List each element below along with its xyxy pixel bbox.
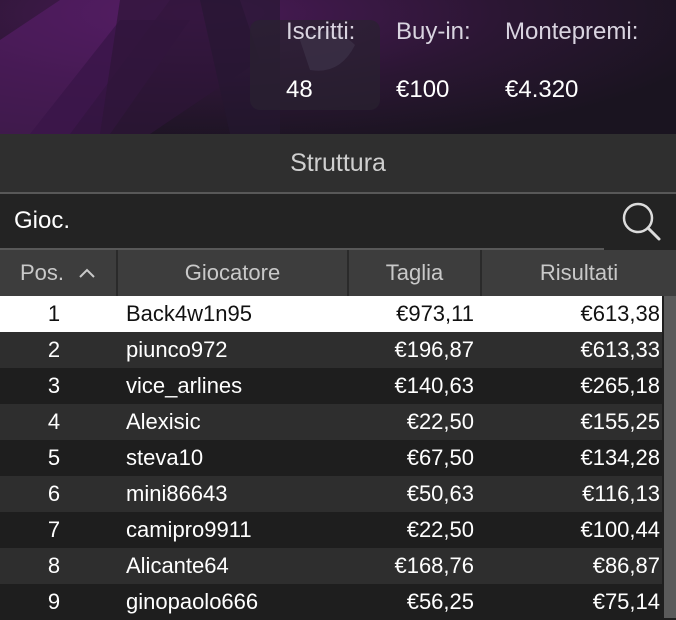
row-size: €22,50 [406,517,474,542]
table-row[interactable]: 1 Back4w1n95 €973,11 €613,38 [0,296,662,332]
table-row[interactable]: 4 Alexisic €22,50 €155,25 [0,404,662,440]
row-result: €613,38 [580,301,660,326]
row-size: €973,11 [396,301,474,326]
structure-tab-label: Struttura [290,148,386,177]
row-position: 4 [47,409,61,434]
prize-pool-label: Montepremi: [505,18,639,45]
tournament-banner: Iscritti: 48 Buy-in: €100 Montepremi: €4… [0,0,676,134]
row-result: €134,28 [580,445,660,470]
row-player: Alicante64 [126,553,229,578]
row-size: €140,63 [394,373,474,398]
row-position: 2 [47,337,61,362]
table-row[interactable]: 5 steva10 €67,50 €134,28 [0,440,662,476]
column-header-results[interactable]: Risultati [482,250,676,296]
table-row[interactable]: 3 vice_arlines €140,63 €265,18 [0,368,662,404]
row-size: €56,25 [406,589,474,614]
buyin-value: €100 [396,76,450,103]
structure-tab[interactable]: Struttura [0,134,676,194]
prize-pool-value: €4.320 [505,76,579,103]
table-row[interactable]: 7 camipro9911 €22,50 €100,44 [0,512,662,548]
table-row[interactable]: 2 piunco972 €196,87 €613,33 [0,332,662,368]
row-result: €75,14 [592,589,660,614]
row-position: 5 [47,445,61,470]
row-size: €168,76 [394,553,474,578]
column-header-player-label: Giocatore [184,260,281,285]
table-row[interactable]: 8 Alicante64 €168,76 €86,87 [0,548,662,584]
row-position: 8 [47,553,61,578]
player-search-bar [0,194,676,250]
column-header-results-label: Risultati [539,260,619,285]
registered-value: 48 [286,76,313,103]
leaderboard-table: 1 Back4w1n95 €973,11 €613,38 2 piunco972… [0,296,662,620]
row-result: €265,18 [580,373,660,398]
row-player: vice_arlines [126,373,243,398]
row-player: piunco972 [126,337,228,362]
row-size: €50,63 [406,481,474,506]
row-result: €100,44 [580,517,660,542]
row-player: Alexisic [126,409,201,434]
row-result: €116,13 [582,481,660,506]
row-player: camipro9911 [126,517,252,542]
player-search-input[interactable] [0,194,604,250]
column-header-size[interactable]: Taglia [349,250,482,296]
row-result: €613,33 [580,337,660,362]
row-player: Back4w1n95 [126,301,252,326]
row-position: 7 [47,517,61,542]
row-position: 1 [47,301,61,326]
registered-label: Iscritti: [286,18,356,45]
row-result: €155,25 [580,409,660,434]
table-row[interactable]: 6 mini86643 €50,63 €116,13 [0,476,662,512]
table-row[interactable]: 9 ginopaolo666 €56,25 €75,14 [0,584,662,620]
row-size: €67,50 [406,445,474,470]
row-position: 6 [47,481,61,506]
row-player: ginopaolo666 [126,589,259,614]
column-header-player[interactable]: Giocatore [118,250,349,296]
row-size: €196,87 [394,337,474,362]
sort-ascending-icon[interactable] [78,267,96,279]
row-position: 3 [47,373,61,398]
column-header-size-label: Taglia [385,260,444,285]
row-result: €86,87 [592,553,660,578]
search-icon[interactable] [620,200,662,242]
table-scrollbar[interactable] [664,296,676,618]
row-player: mini86643 [126,481,228,506]
table-header: Pos. Giocatore Taglia Risultati [0,250,676,296]
column-header-position-label: Pos. [19,260,65,285]
row-position: 9 [47,589,61,614]
buyin-label: Buy-in: [396,18,471,45]
row-player: steva10 [126,445,204,470]
row-size: €22,50 [406,409,474,434]
column-header-position[interactable]: Pos. [0,250,118,296]
